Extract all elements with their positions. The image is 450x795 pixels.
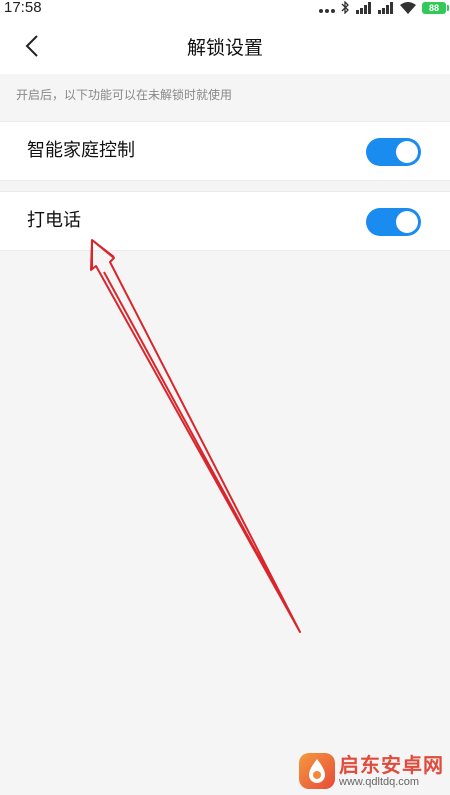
watermark-url: www.qdltdq.com: [339, 775, 420, 788]
status-time: 17:58: [4, 0, 42, 16]
setting-row-phone-call[interactable]: 打电话: [0, 191, 450, 251]
bluetooth-icon: [341, 0, 350, 18]
page-title: 解锁设置: [186, 37, 263, 59]
setting-row-smart-home[interactable]: 智能家庭控制: [0, 121, 450, 181]
hint-text: 开启后，以下功能可以在未解锁时就使用: [16, 88, 233, 102]
status-icons: 88: [319, 0, 449, 18]
status-bar: 17:58 88: [0, 0, 450, 18]
setting-label: 打电话: [27, 210, 81, 231]
annotation-arrow: [90, 239, 301, 633]
header: 解锁设置: [0, 18, 450, 74]
chevron-left-icon: [25, 34, 39, 62]
watermark: 启东安卓网 www.qdltdq.com: [299, 753, 444, 789]
watermark-name: 启东安卓网: [339, 752, 444, 777]
signal-icon-2: [378, 0, 394, 18]
signal-icon-1: [356, 0, 372, 18]
setting-label: 智能家庭控制: [27, 140, 135, 161]
watermark-logo-icon: [299, 753, 335, 789]
watermark-text: 启东安卓网 www.qdltdq.com: [339, 754, 444, 788]
wifi-icon: [400, 0, 416, 18]
back-button[interactable]: [14, 30, 50, 66]
phone-call-toggle[interactable]: [366, 208, 421, 236]
dots-icon: [319, 0, 335, 18]
toggle-knob: [396, 141, 418, 163]
smart-home-toggle[interactable]: [366, 138, 421, 166]
toggle-knob: [396, 211, 418, 233]
battery-icon: 88: [422, 2, 449, 14]
